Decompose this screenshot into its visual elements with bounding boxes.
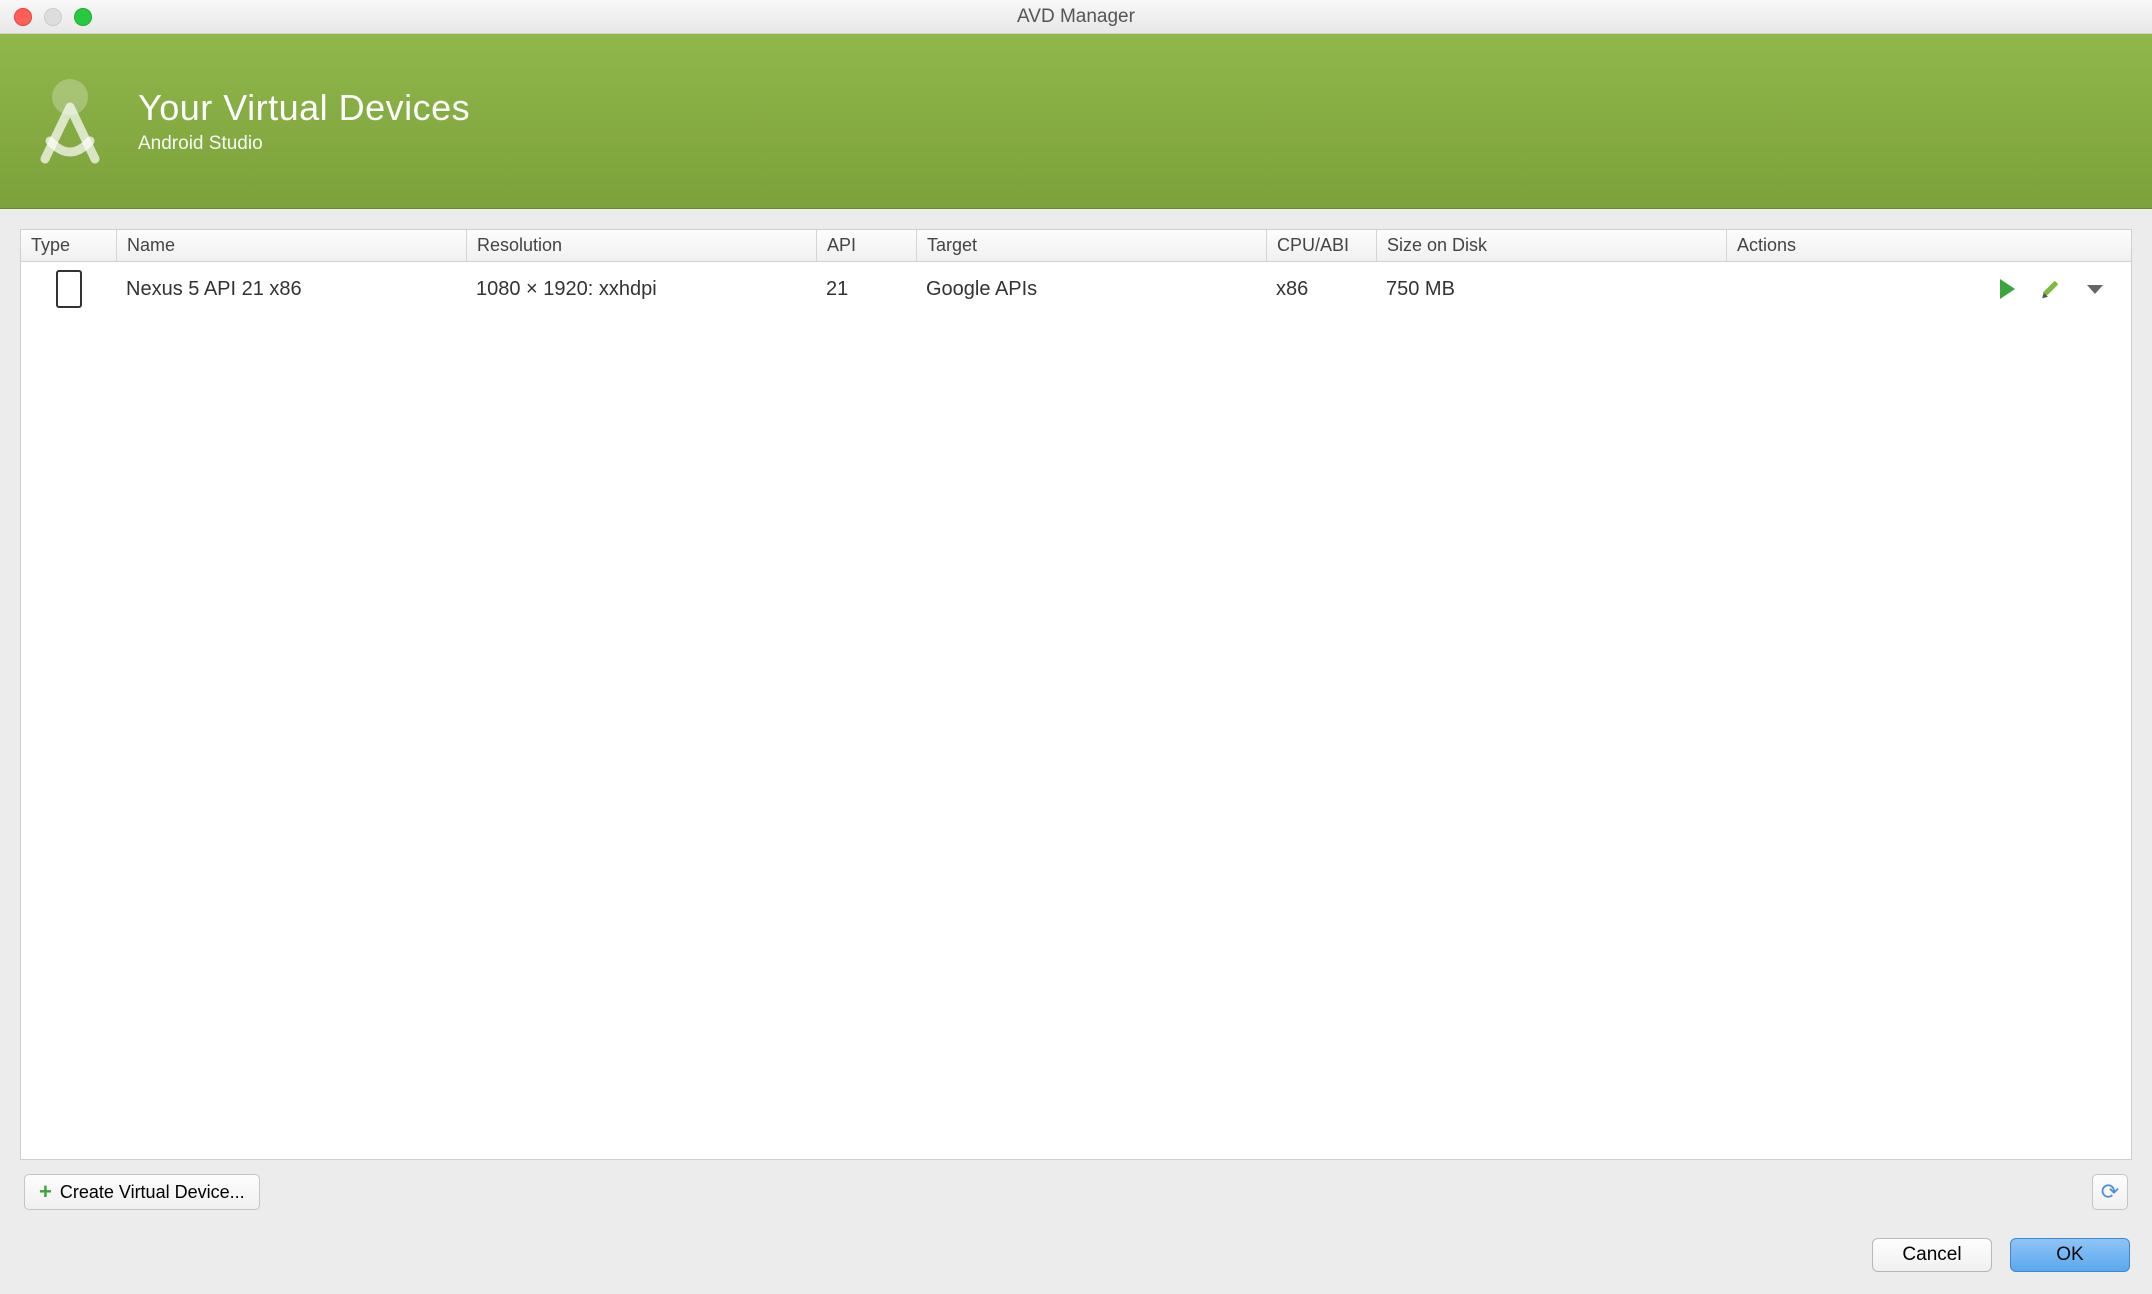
cancel-button[interactable]: Cancel	[1872, 1238, 1992, 1272]
ok-button[interactable]: OK	[2010, 1238, 2130, 1272]
table-body: Nexus 5 API 21 x86 1080 × 1920: xxhdpi 2…	[21, 262, 2131, 1159]
page-title: Your Virtual Devices	[138, 87, 470, 129]
table-row[interactable]: Nexus 5 API 21 x86 1080 × 1920: xxhdpi 2…	[21, 262, 2131, 317]
column-resolution[interactable]: Resolution	[466, 230, 816, 261]
cell-resolution: 1080 × 1920: xxhdpi	[466, 270, 816, 309]
footer-buttons: Cancel OK	[0, 1224, 2152, 1294]
device-table: Type Name Resolution API Target CPU/ABI …	[20, 229, 2132, 1160]
column-name[interactable]: Name	[116, 230, 466, 261]
android-studio-compass-icon	[20, 71, 120, 171]
refresh-button[interactable]: ⟳	[2092, 1174, 2128, 1210]
minimize-window-button[interactable]	[44, 8, 62, 26]
chevron-down-icon	[2087, 285, 2103, 294]
column-size[interactable]: Size on Disk	[1376, 230, 1726, 261]
titlebar: AVD Manager	[0, 0, 2152, 34]
cell-actions	[1726, 270, 2131, 308]
column-cpu[interactable]: CPU/ABI	[1266, 230, 1376, 261]
window-title: AVD Manager	[1017, 6, 1135, 28]
phone-icon	[56, 270, 82, 308]
cell-name: Nexus 5 API 21 x86	[116, 270, 466, 309]
launch-avd-button[interactable]	[1996, 278, 2018, 300]
column-target[interactable]: Target	[916, 230, 1266, 261]
play-icon	[2000, 279, 2015, 299]
column-api[interactable]: API	[816, 230, 916, 261]
table-bottom-bar: + Create Virtual Device... ⟳	[20, 1160, 2132, 1214]
create-button-label: Create Virtual Device...	[60, 1182, 245, 1203]
column-type[interactable]: Type	[21, 230, 116, 261]
close-window-button[interactable]	[14, 8, 32, 26]
window-controls	[0, 8, 92, 26]
zoom-window-button[interactable]	[74, 8, 92, 26]
banner-text: Your Virtual Devices Android Studio	[138, 87, 470, 155]
header-banner: Your Virtual Devices Android Studio	[0, 34, 2152, 209]
create-virtual-device-button[interactable]: + Create Virtual Device...	[24, 1174, 260, 1210]
cell-api: 21	[816, 270, 916, 309]
cell-target: Google APIs	[916, 270, 1266, 309]
plus-icon: +	[39, 1181, 52, 1203]
pencil-icon	[2042, 280, 2060, 298]
table-header: Type Name Resolution API Target CPU/ABI …	[21, 230, 2131, 262]
cell-cpu: x86	[1266, 270, 1376, 309]
cell-size: 750 MB	[1376, 270, 1726, 309]
refresh-icon: ⟳	[2101, 1179, 2119, 1205]
cell-type	[21, 262, 116, 316]
content-area: Type Name Resolution API Target CPU/ABI …	[0, 209, 2152, 1224]
page-subtitle: Android Studio	[138, 133, 470, 155]
avd-menu-button[interactable]	[2084, 278, 2106, 300]
edit-avd-button[interactable]	[2040, 278, 2062, 300]
avd-manager-window: AVD Manager Your Virtual Devices Android…	[0, 0, 2152, 1294]
column-actions[interactable]: Actions	[1726, 230, 2131, 261]
